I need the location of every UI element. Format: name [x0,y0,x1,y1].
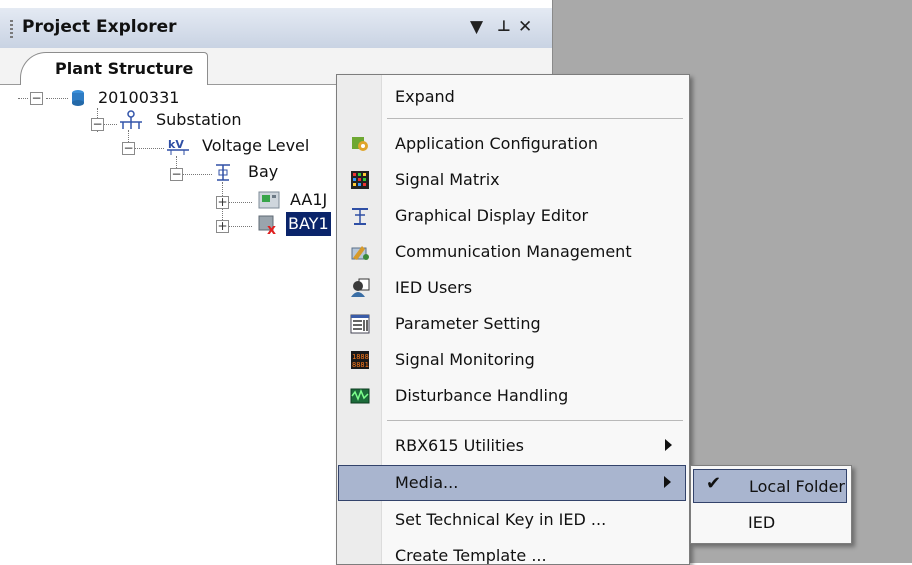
menu-item-application-configuration[interactable]: Application Configuration [338,127,686,161]
pin-icon[interactable]: ⊥ [497,17,511,35]
disturbance-handling-icon [350,388,370,404]
close-icon[interactable]: ✕ [518,17,532,37]
submenu-item-local-folder[interactable]: ✔ Local Folder [693,469,847,503]
menu-item-label: Communication Management [395,242,632,261]
menu-item-media[interactable]: Media... [338,465,686,501]
collapse-toggle-root[interactable]: − [30,92,43,105]
menu-item-signal-monitoring[interactable]: 1888 8881 Signal Monitoring [338,343,686,377]
menu-item-set-technical-key[interactable]: Set Technical Key in IED ... [338,503,686,537]
menu-item-label: Parameter Setting [395,314,541,333]
tree-node-label: Bay [248,162,279,181]
communication-management-icon [351,246,369,260]
svg-text:x: x [267,222,276,235]
signal-matrix-icon [351,171,369,189]
menu-item-rbx615-utilities[interactable]: RBX615 Utilities [338,429,686,463]
menu-item-signal-matrix[interactable]: Signal Matrix [338,163,686,197]
application-configuration-icon [352,137,368,151]
panel-menu-chevron-icon[interactable]: ▼ [470,17,483,37]
menu-item-label: Create Template ... [395,546,547,565]
bay-icon [216,164,230,181]
collapse-toggle-bay[interactable]: − [170,168,183,181]
checkmark-icon: ✔ [706,473,722,494]
tree-node-label: AA1J [290,190,328,209]
submenu-item-label: IED [748,513,776,532]
substation-icon [120,110,142,129]
ied-error-icon: x [258,215,276,235]
ied-device-icon [258,191,280,209]
menu-item-expand[interactable]: Expand [338,80,686,114]
collapse-toggle-substation[interactable]: − [91,118,104,131]
database-icon [72,90,84,106]
menu-item-label: Media... [395,473,459,492]
menu-item-label: RBX615 Utilities [395,436,524,455]
tree-node-label: 20100331 [98,88,180,107]
voltage-level-icon: kV [167,138,189,155]
parameter-setting-icon [350,314,370,334]
menu-item-label: IED Users [395,278,473,297]
menu-separator [387,118,683,119]
signal-monitoring-icon: 1888 8881 [351,351,369,369]
menu-item-disturbance-handling[interactable]: Disturbance Handling [338,379,686,413]
media-submenu: ✔ Local Folder IED [690,465,852,544]
menu-item-label: Set Technical Key in IED ... [395,510,607,529]
submenu-item-ied[interactable]: IED [693,506,847,540]
collapse-toggle-voltage-level[interactable]: − [122,142,135,155]
menu-item-create-template[interactable]: Create Template ... [338,539,686,565]
tree-node-label: BAY1 [286,212,331,236]
context-menu: Expand Application Configuration Signal … [336,74,690,565]
submenu-arrow-icon [664,476,671,488]
svg-text:kV: kV [168,138,184,151]
submenu-arrow-icon [665,439,672,451]
tree-node-label: Voltage Level [202,136,310,155]
graphical-display-editor-icon [352,208,368,225]
expand-toggle-ied-bay1[interactable]: + [216,220,229,233]
submenu-item-label: Local Folder [749,477,845,496]
svg-text:8881: 8881 [352,361,369,369]
svg-text:1888: 1888 [352,353,369,361]
menu-item-label: Application Configuration [395,134,598,153]
menu-item-parameter-setting[interactable]: Parameter Setting [338,307,686,341]
tree-node-label: Substation [156,110,242,129]
menu-item-label: Graphical Display Editor [395,206,589,225]
menu-item-label: Signal Matrix [395,170,500,189]
panel-title: Project Explorer [22,17,177,37]
menu-item-ied-users[interactable]: IED Users [338,271,686,305]
menu-item-label: Disturbance Handling [395,386,569,405]
panel-title-bar: Project Explorer ▼ ⊥ ✕ [0,8,552,49]
expand-toggle-ied-aa1j[interactable]: + [216,196,229,209]
menu-item-graphical-display-editor[interactable]: Graphical Display Editor [338,199,686,233]
menu-separator [387,420,683,421]
menu-item-communication-management[interactable]: Communication Management [338,235,686,269]
menu-item-label: Signal Monitoring [395,350,535,369]
drag-grip[interactable] [10,20,13,40]
menu-item-label: Expand [395,87,455,106]
ied-users-icon [351,278,370,297]
tab-plant-structure[interactable]: Plant Structure [20,52,209,85]
